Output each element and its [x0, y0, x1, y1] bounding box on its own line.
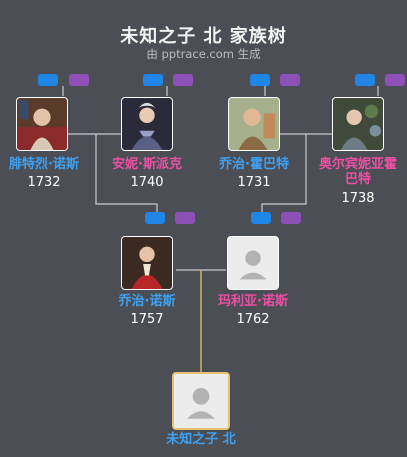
- person-year: 1732: [27, 175, 61, 190]
- person-name[interactable]: 奥尔宾妮亚霍巴特: [315, 157, 401, 187]
- portrait-gm-father[interactable]: [16, 97, 68, 151]
- portrait-gf-father[interactable]: [228, 97, 280, 151]
- person-year: 1740: [130, 175, 164, 190]
- blue-tag-icon[interactable]: [145, 212, 165, 224]
- purple-tag-icon[interactable]: [281, 212, 301, 224]
- person-name[interactable]: 玛利亚·诺斯: [203, 294, 303, 309]
- blue-tag-icon[interactable]: [250, 74, 270, 86]
- blue-tag-icon[interactable]: [251, 212, 271, 224]
- person-name-root[interactable]: 未知之子 北: [151, 432, 251, 447]
- purple-tag-icon[interactable]: [69, 74, 89, 86]
- portrait-child-placeholder[interactable]: [172, 372, 230, 430]
- portrait-gm-mother[interactable]: [121, 97, 173, 151]
- purple-tag-icon[interactable]: [385, 74, 405, 86]
- blue-tag-icon[interactable]: [355, 74, 375, 86]
- person-silhouette-icon: [228, 237, 278, 289]
- person-year: 1731: [237, 175, 271, 190]
- blue-tag-icon[interactable]: [38, 74, 58, 86]
- purple-tag-icon[interactable]: [175, 212, 195, 224]
- page-title: 未知之子 北 家族树: [120, 26, 287, 47]
- portrait-mother-placeholder[interactable]: [227, 236, 279, 290]
- portrait-gf-mother[interactable]: [332, 97, 384, 151]
- person-year: 1757: [130, 312, 164, 327]
- purple-tag-icon[interactable]: [280, 74, 300, 86]
- person-name[interactable]: 乔治·霍巴特: [204, 157, 304, 172]
- person-silhouette-icon: [174, 374, 228, 428]
- person-name[interactable]: 乔治·诺斯: [97, 294, 197, 309]
- person-year: 1762: [236, 312, 270, 327]
- blue-tag-icon[interactable]: [143, 74, 163, 86]
- purple-tag-icon[interactable]: [173, 74, 193, 86]
- page-subtitle: 由 pptrace.com 生成: [146, 47, 261, 61]
- person-year: 1738: [341, 191, 375, 206]
- portrait-father[interactable]: [121, 236, 173, 290]
- person-name[interactable]: 腓特烈·诺斯: [0, 157, 94, 172]
- person-name[interactable]: 安妮·斯派克: [97, 157, 197, 172]
